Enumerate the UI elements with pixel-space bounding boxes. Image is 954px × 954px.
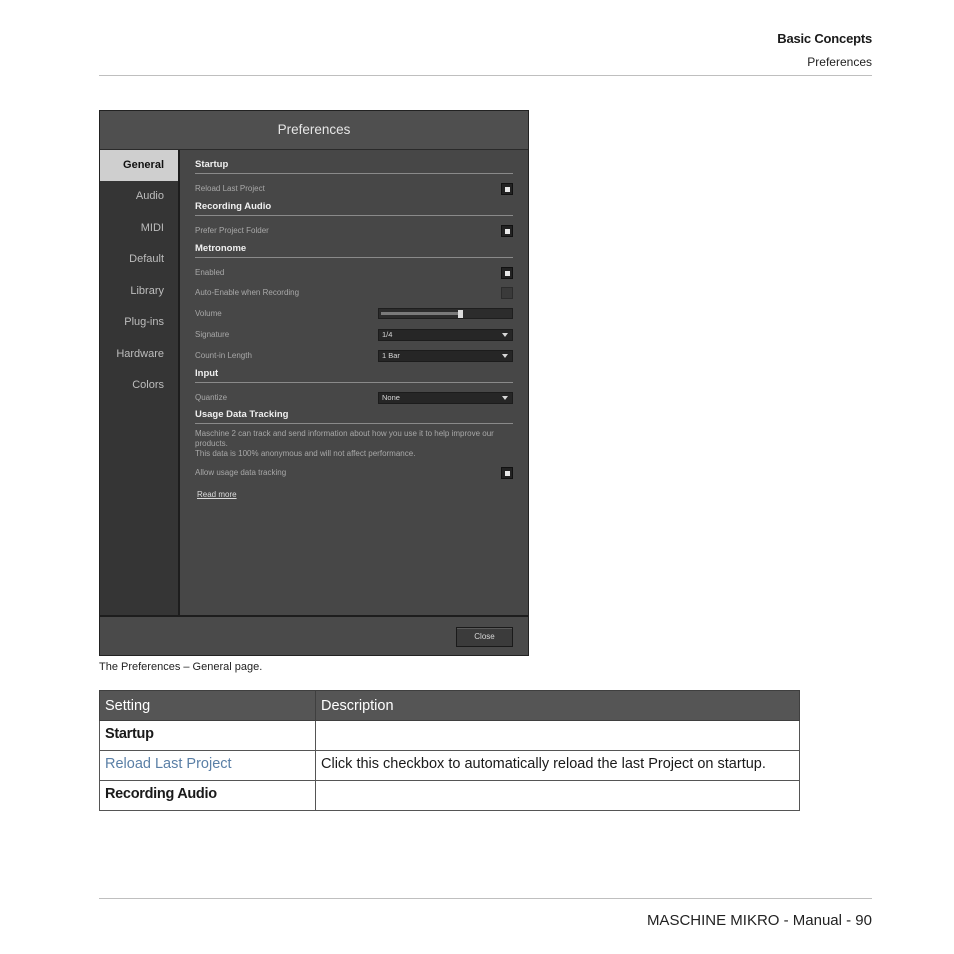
page-footer: MASCHINE MIKRO - Manual - 90: [646, 912, 872, 929]
figure-caption: The Preferences – General page.: [99, 661, 263, 673]
sidebar-item-midi[interactable]: MIDI: [100, 213, 178, 245]
section-subtitle: Preferences: [807, 55, 872, 69]
quantize-value: None: [382, 392, 400, 402]
usage-description-1: Maschine 2 can track and send informatio…: [195, 429, 494, 449]
allow-usage-checkbox[interactable]: [501, 466, 513, 479]
volume-row: Volume: [195, 304, 513, 325]
section-metronome: Metronome: [195, 242, 513, 258]
preferences-content: Startup Reload Last Project Recording Au…: [195, 158, 513, 502]
signature-value: 1/4: [382, 329, 393, 339]
table-header-description: Description: [315, 690, 800, 721]
sidebar-item-library[interactable]: Library: [100, 276, 178, 308]
volume-slider[interactable]: [378, 308, 513, 320]
preferences-window: Preferences General Audio MIDI Default L…: [99, 110, 529, 656]
sidebar-item-plug-ins[interactable]: Plug-ins: [100, 307, 178, 339]
preferences-sidebar: General Audio MIDI Default Library Plug-…: [100, 150, 180, 615]
count-in-dropdown[interactable]: 1 Bar: [378, 349, 513, 362]
count-in-label: Count-in Length: [195, 350, 252, 360]
auto-enable-checkbox[interactable]: [501, 287, 513, 300]
auto-enable-row: Auto-Enable when Recording: [195, 283, 513, 304]
table-header-row: Setting Description: [99, 690, 800, 721]
prefer-project-folder-row: Prefer Project Folder: [195, 221, 513, 242]
header-divider: [99, 75, 872, 76]
volume-slider-handle[interactable]: [458, 310, 463, 319]
volume-label: Volume: [195, 309, 222, 319]
metronome-enabled-label: Enabled: [195, 267, 225, 277]
chevron-down-icon: [502, 332, 508, 337]
table-header-setting: Setting: [99, 690, 316, 721]
chevron-down-icon: [502, 395, 508, 400]
signature-dropdown[interactable]: 1/4: [378, 328, 513, 341]
quantize-dropdown[interactable]: None: [378, 391, 513, 404]
count-in-value: 1 Bar: [382, 350, 400, 360]
metronome-enabled-row: Enabled: [195, 263, 513, 284]
section-recording-audio: Recording Audio: [195, 200, 513, 216]
read-more-link[interactable]: Read more: [197, 490, 237, 499]
table-cell-description: [315, 780, 800, 811]
volume-slider-fill: [381, 312, 460, 316]
sidebar-item-general[interactable]: General: [100, 150, 178, 181]
close-button[interactable]: Close: [456, 627, 513, 647]
section-input: Input: [195, 367, 513, 383]
quantize-row: Quantize None: [195, 388, 513, 409]
reload-last-project-label: Reload Last Project: [195, 184, 265, 193]
section-usage-data-tracking: Usage Data Tracking: [195, 408, 513, 425]
section-title: Basic Concepts: [777, 31, 872, 46]
signature-row: Signature 1/4: [195, 325, 513, 346]
reload-last-project-checkbox[interactable]: [501, 183, 513, 195]
settings-table: Setting Description Startup Reload Last …: [99, 690, 800, 811]
allow-usage-row: Allow usage data tracking: [195, 463, 513, 484]
window-title: Preferences: [100, 111, 528, 150]
sidebar-item-hardware[interactable]: Hardware: [100, 339, 178, 371]
table-cell-description: [315, 720, 800, 751]
reload-last-project-row: Reload Last Project: [195, 179, 513, 200]
window-footer: Close: [100, 615, 528, 655]
chevron-down-icon: [502, 353, 508, 358]
allow-usage-label: Allow usage data tracking: [195, 467, 287, 477]
table-cell-setting: Startup: [99, 720, 316, 751]
sidebar-item-default[interactable]: Default: [100, 244, 178, 276]
metronome-enabled-checkbox[interactable]: [501, 266, 513, 279]
prefer-project-folder-label: Prefer Project Folder: [195, 225, 269, 235]
table-row: Recording Audio: [99, 780, 800, 811]
section-startup: Startup: [195, 158, 513, 174]
sidebar-item-audio[interactable]: Audio: [100, 181, 178, 213]
table-row: Reload Last Project Click this checkbox …: [99, 750, 800, 781]
count-in-row: Count-in Length 1 Bar: [195, 346, 513, 367]
usage-description-2: This data is 100% anonymous and will not…: [195, 448, 416, 458]
quantize-label: Quantize: [195, 392, 228, 402]
prefer-project-folder-checkbox[interactable]: [501, 224, 513, 237]
table-cell-description: Click this checkbox to automatically rel…: [315, 750, 800, 781]
table-cell-setting: Recording Audio: [99, 780, 316, 811]
table-cell-setting-link[interactable]: Reload Last Project: [99, 750, 316, 781]
footer-divider: [99, 898, 872, 899]
table-row: Startup: [99, 720, 800, 751]
signature-label: Signature: [195, 329, 230, 339]
sidebar-item-colors[interactable]: Colors: [100, 370, 178, 402]
auto-enable-label: Auto-Enable when Recording: [195, 288, 300, 298]
